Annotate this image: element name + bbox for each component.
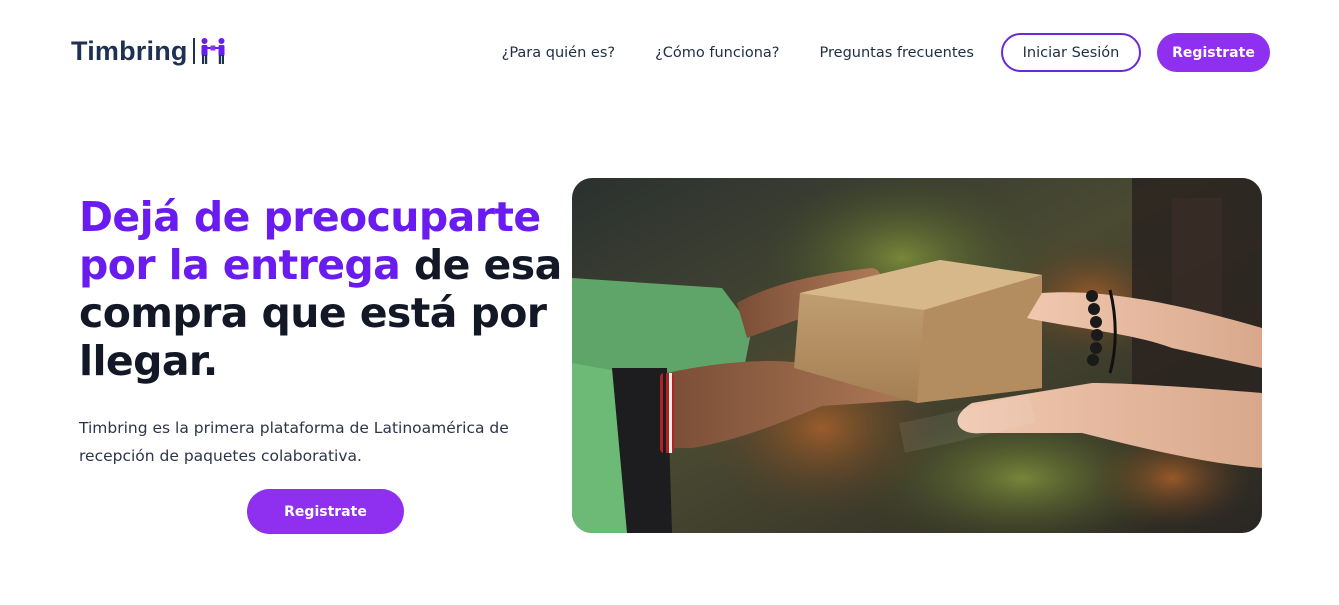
register-button[interactable]: Registrate <box>1157 33 1270 72</box>
hero-description: Timbring es la primera plataforma de Lat… <box>79 419 509 465</box>
main-nav: ¿Para quién es? ¿Cómo funciona? Pregunta… <box>502 33 1270 72</box>
login-button[interactable]: Iniciar Sesión <box>1001 33 1141 72</box>
hero-photo <box>572 178 1262 533</box>
brand-name: Timbring <box>71 35 188 66</box>
logo-divider <box>192 38 195 64</box>
hands-passing-box-illustration <box>572 178 1262 533</box>
hero-title: Dejá de preocuparte por la entrega de es… <box>79 193 569 385</box>
top-navbar: Timbring ¿Para quién es? ¿Cómo funciona?… <box>0 0 1339 105</box>
nav-link-como-funciona[interactable]: ¿Cómo funciona? <box>655 45 779 61</box>
nav-link-para-quien[interactable]: ¿Para quién es? <box>502 45 615 61</box>
nav-link-faq[interactable]: Preguntas frecuentes <box>820 45 974 61</box>
handshake-people-icon <box>201 38 225 64</box>
hero-register-button[interactable]: Registrate <box>247 489 404 534</box>
brand-logo[interactable]: Timbring <box>71 33 226 69</box>
